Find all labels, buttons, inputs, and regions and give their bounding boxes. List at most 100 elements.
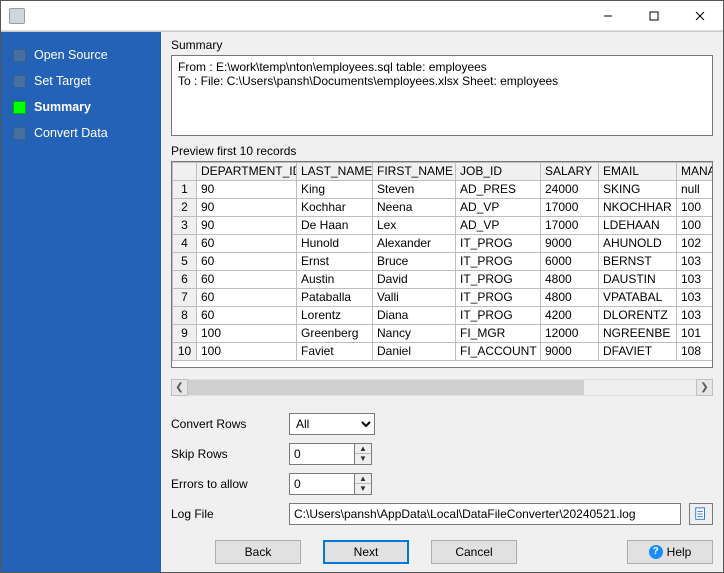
table-cell: Faviet [297, 342, 373, 360]
wizard-sidebar: Open Source Set Target Summary Convert D… [1, 32, 161, 572]
table-cell: 101 [677, 324, 714, 342]
table-cell: Lex [373, 216, 456, 234]
step-icon [13, 101, 26, 114]
scroll-right-icon[interactable]: ❯ [696, 379, 713, 396]
table-cell: David [373, 270, 456, 288]
sidebar-item-convert-data[interactable]: Convert Data [1, 120, 161, 146]
table-cell: 6000 [541, 252, 599, 270]
app-icon [9, 8, 25, 24]
row-index: 4 [173, 234, 197, 252]
errors-allow-spinner[interactable]: ▲▼ [355, 473, 372, 495]
step-icon [13, 49, 26, 62]
column-header[interactable]: JOB_ID [456, 162, 541, 180]
table-cell: 17000 [541, 216, 599, 234]
table-row[interactable]: 390De HaanLexAD_VP17000LDEHAAN100 [173, 216, 714, 234]
sidebar-item-label: Summary [34, 100, 91, 114]
table-cell: SKING [599, 180, 677, 198]
sidebar-item-summary[interactable]: Summary [1, 94, 161, 120]
back-button[interactable]: Back [215, 540, 301, 564]
convert-rows-select[interactable]: All [289, 413, 375, 435]
sidebar-item-label: Open Source [34, 48, 108, 62]
row-index: 8 [173, 306, 197, 324]
wizard-buttons: Back Next Cancel ? Help [171, 540, 713, 564]
browse-log-button[interactable] [689, 503, 713, 525]
sidebar-item-open-source[interactable]: Open Source [1, 42, 161, 68]
minimize-icon [603, 11, 613, 21]
horizontal-scrollbar[interactable]: ❮ ❯ [171, 379, 713, 396]
table-row[interactable]: 9100GreenbergNancyFI_MGR12000NGREENBE101 [173, 324, 714, 342]
table-cell: Hunold [297, 234, 373, 252]
minimize-button[interactable] [585, 1, 631, 31]
table-row[interactable]: 460HunoldAlexanderIT_PROG9000AHUNOLD102 [173, 234, 714, 252]
scroll-left-icon[interactable]: ❮ [171, 379, 188, 396]
table-cell: Neena [373, 198, 456, 216]
table-row[interactable]: 660AustinDavidIT_PROG4800DAUSTIN103 [173, 270, 714, 288]
row-index: 6 [173, 270, 197, 288]
table-row[interactable]: 190KingStevenAD_PRES24000SKINGnull [173, 180, 714, 198]
table-cell: LDEHAAN [599, 216, 677, 234]
sidebar-item-set-target[interactable]: Set Target [1, 68, 161, 94]
help-button[interactable]: ? Help [627, 540, 713, 564]
table-cell: King [297, 180, 373, 198]
table-cell: 90 [197, 180, 297, 198]
table-cell: Alexander [373, 234, 456, 252]
table-cell: AHUNOLD [599, 234, 677, 252]
help-icon: ? [649, 545, 663, 559]
maximize-icon [649, 11, 659, 21]
table-cell: Daniel [373, 342, 456, 360]
table-cell: 108 [677, 342, 714, 360]
skip-rows-spinner[interactable]: ▲▼ [355, 443, 372, 465]
table-cell: FI_MGR [456, 324, 541, 342]
log-file-input[interactable] [289, 503, 681, 525]
table-cell: 100 [197, 342, 297, 360]
spin-down-icon[interactable]: ▼ [355, 484, 371, 494]
step-icon [13, 127, 26, 140]
preview-heading: Preview first 10 records [171, 144, 713, 158]
table-cell: 90 [197, 216, 297, 234]
table-cell: De Haan [297, 216, 373, 234]
table-row[interactable]: 560ErnstBruceIT_PROG6000BERNST103 [173, 252, 714, 270]
table-cell: 60 [197, 288, 297, 306]
titlebar [1, 1, 723, 31]
table-cell: FI_ACCOUNT [456, 342, 541, 360]
table-row[interactable]: 760PataballaValliIT_PROG4800VPATABAL103 [173, 288, 714, 306]
spin-up-icon[interactable]: ▲ [355, 444, 371, 454]
table-cell: 4800 [541, 288, 599, 306]
table-cell: Austin [297, 270, 373, 288]
preview-table[interactable]: DEPARTMENT_IDLAST_NAMEFIRST_NAMEJOB_IDSA… [171, 161, 713, 368]
table-row[interactable]: 10100FavietDanielFI_ACCOUNT9000DFAVIET10… [173, 342, 714, 360]
scroll-track[interactable] [188, 379, 696, 396]
errors-allow-input[interactable] [289, 473, 355, 495]
column-header[interactable]: LAST_NAME [297, 162, 373, 180]
table-row[interactable]: 860LorentzDianaIT_PROG4200DLORENTZ103 [173, 306, 714, 324]
cancel-button[interactable]: Cancel [431, 540, 517, 564]
sidebar-item-label: Set Target [34, 74, 91, 88]
table-cell: NGREENBE [599, 324, 677, 342]
table-row[interactable]: 290KochharNeenaAD_VP17000NKOCHHAR100 [173, 198, 714, 216]
table-cell: 60 [197, 306, 297, 324]
column-header[interactable]: DEPARTMENT_ID [197, 162, 297, 180]
close-button[interactable] [677, 1, 723, 31]
table-cell: 90 [197, 198, 297, 216]
table-cell: IT_PROG [456, 288, 541, 306]
next-button[interactable]: Next [323, 540, 409, 564]
column-header[interactable]: FIRST_NAME [373, 162, 456, 180]
maximize-button[interactable] [631, 1, 677, 31]
skip-rows-input[interactable] [289, 443, 355, 465]
table-cell: Valli [373, 288, 456, 306]
log-file-label: Log File [171, 507, 281, 521]
help-button-label: Help [667, 545, 692, 559]
spin-up-icon[interactable]: ▲ [355, 474, 371, 484]
column-header[interactable]: MANAG [677, 162, 714, 180]
column-header[interactable]: SALARY [541, 162, 599, 180]
scroll-thumb[interactable] [188, 380, 584, 395]
table-cell: Ernst [297, 252, 373, 270]
table-cell: AD_VP [456, 216, 541, 234]
table-cell: 9000 [541, 234, 599, 252]
spin-down-icon[interactable]: ▼ [355, 454, 371, 464]
column-header[interactable]: EMAIL [599, 162, 677, 180]
table-cell: null [677, 180, 714, 198]
row-index: 10 [173, 342, 197, 360]
sidebar-item-label: Convert Data [34, 126, 108, 140]
summary-heading: Summary [171, 38, 713, 52]
